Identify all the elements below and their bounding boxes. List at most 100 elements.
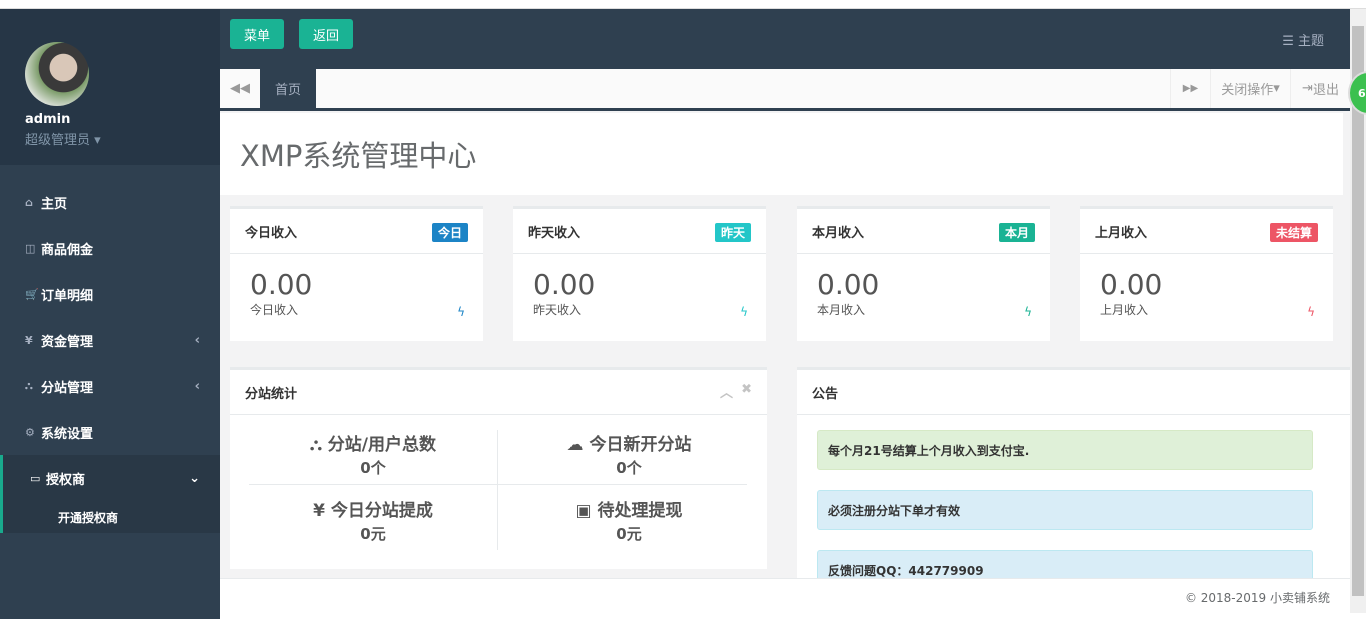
- cart-icon: 🛒: [25, 287, 39, 301]
- notice-panel: 公告 每个月21号结算上个月收入到支付宝. 必须注册分站下单才有效 反馈问题QQ…: [797, 367, 1350, 578]
- bolt-icon: ϟ: [1307, 305, 1315, 319]
- scroll-right-button[interactable]: ▶▶: [1170, 69, 1210, 108]
- card-label: 今日收入: [250, 303, 299, 317]
- income-card-today: 今日收入 今日 0.00 今日收入 ϟ: [230, 206, 483, 341]
- card-badge: 今日: [431, 223, 468, 242]
- yen-icon: ¥: [25, 333, 33, 347]
- close-ops-dropdown[interactable]: 关闭操作 ▾: [1210, 69, 1290, 108]
- sidebar-subitem-open-licensee[interactable]: 开通授权商: [0, 501, 220, 533]
- collapse-icon[interactable]: ︿: [720, 382, 733, 401]
- label: 授权商: [46, 472, 86, 488]
- card-title: 本月收入: [812, 226, 865, 241]
- title-box: XMP系统管理中心: [220, 113, 1343, 195]
- chevron-down-icon: ⌄: [189, 470, 200, 486]
- sign-out-icon: ⇥: [1302, 81, 1313, 96]
- stat-value: 0元: [616, 525, 642, 543]
- sidebar-item-orders[interactable]: 🛒 订单明细: [0, 271, 220, 317]
- stat-label: 分站/用户总数: [327, 435, 437, 455]
- sitemap-icon: ⛬: [25, 379, 33, 392]
- tab-home[interactable]: 首页: [260, 69, 316, 108]
- footer: © 2018-2019 小卖铺系统: [220, 578, 1350, 614]
- card-title: 今日收入: [245, 226, 298, 241]
- sidebar: admin 超级管理员 ▾ ⌂ 主页 ◫ 商品佣金 🛒 订单明细 ¥ 资金管理 ‹ ⛬ 分站…: [0, 9, 220, 619]
- sitemap-icon: ⛬: [309, 435, 328, 455]
- card-label: 上月收入: [1100, 303, 1149, 317]
- card-title: 上月收入: [1095, 226, 1148, 241]
- label: 商品佣金: [41, 242, 94, 258]
- close-ops-label: 关闭操作: [1221, 83, 1274, 98]
- card-value: 0.00: [533, 268, 596, 301]
- income-card-yesterday: 昨天收入 昨天 0.00 昨天收入 ϟ: [513, 206, 766, 341]
- notice-item: 必须注册分站下单才有效: [817, 490, 1313, 530]
- columns-icon: ◫: [25, 241, 36, 255]
- sidebar-item-settings[interactable]: ⚙ 系统设置: [0, 409, 220, 455]
- sidebar-item-funds[interactable]: ¥ 资金管理 ‹: [0, 317, 220, 363]
- avatar: [25, 42, 89, 106]
- sidebar-item-home[interactable]: ⌂ 主页: [0, 179, 220, 225]
- logout-label: 退出: [1312, 83, 1339, 98]
- label: 订单明细: [41, 288, 94, 304]
- gear-icon: ⚙: [25, 425, 35, 439]
- sidebar-item-substations[interactable]: ⛬ 分站管理 ‹: [0, 363, 220, 409]
- role-dropdown[interactable]: 超级管理员 ▾: [25, 129, 220, 148]
- desktop-icon: ▭: [30, 471, 41, 485]
- bolt-icon: ϟ: [457, 305, 465, 319]
- card-value: 0.00: [817, 268, 880, 301]
- card-value: 0.00: [250, 268, 313, 301]
- card-value: 0.00: [1100, 268, 1163, 301]
- card-badge: 昨天: [714, 223, 751, 242]
- cloud-icon: ☁: [566, 435, 590, 455]
- close-icon[interactable]: ✖: [741, 382, 752, 397]
- panel-title: 分站统计: [245, 387, 298, 402]
- logout-button[interactable]: ⇥ 退出: [1290, 69, 1350, 108]
- notice-item: 反馈问题QQ：442779909: [817, 550, 1313, 578]
- chevron-left-icon: ‹: [194, 332, 200, 348]
- sidebar-item-commission[interactable]: ◫ 商品佣金: [0, 225, 220, 271]
- role-label: 超级管理员: [25, 133, 91, 148]
- bolt-icon: ϟ: [740, 305, 748, 319]
- scroll-left-button[interactable]: ◀◀: [220, 69, 260, 108]
- stat-pending-withdraw: ▣ 待处理提现 0元: [505, 496, 753, 544]
- home-icon: ⌂: [25, 195, 33, 209]
- bolt-icon: ϟ: [1024, 305, 1032, 319]
- label: 分站管理: [41, 380, 94, 396]
- stat-label: 待处理提现: [597, 501, 683, 521]
- profile: admin 超级管理员 ▾: [0, 9, 220, 165]
- stat-total: ⛬ 分站/用户总数 0个: [249, 430, 497, 478]
- caret-icon: ▾: [90, 133, 101, 148]
- income-card-last-month: 上月收入 未结算 0.00 上月收入 ϟ: [1080, 206, 1333, 341]
- income-card-month: 本月收入 本月 0.00 本月收入 ϟ: [797, 206, 1050, 341]
- tab-bar: ◀◀ 首页 ▶▶ 关闭操作 ▾ ⇥ 退出: [220, 69, 1350, 111]
- stat-label: 今日新开分站: [589, 435, 692, 455]
- stat-commission-today: ¥ 今日分站提成 0元: [249, 496, 497, 544]
- money-icon: ▣: [575, 501, 598, 521]
- username: admin: [25, 112, 71, 127]
- top-header: 菜单 返回 ☰ 主题: [220, 9, 1350, 69]
- card-label: 昨天收入: [533, 303, 582, 317]
- sidebar-item-licensee[interactable]: ▭ 授权商 ⌄: [0, 455, 220, 501]
- label: 主页: [41, 196, 68, 212]
- stat-label: 今日分站提成: [330, 501, 433, 521]
- page-title: XMP系统管理中心: [240, 139, 477, 173]
- card-label: 本月收入: [817, 303, 866, 317]
- menu-button[interactable]: 菜单: [230, 19, 284, 49]
- theme-button[interactable]: ☰ 主题: [1282, 30, 1324, 49]
- stat-value: 0元: [360, 525, 386, 543]
- back-button[interactable]: 返回: [299, 19, 353, 49]
- stat-value: 0个: [360, 459, 386, 477]
- label: 资金管理: [41, 334, 94, 350]
- card-badge: 本月: [998, 223, 1035, 242]
- stat-new-today: ☁ 今日新开分站 0个: [505, 430, 753, 478]
- card-badge: 未结算: [1269, 223, 1318, 242]
- caret-icon: ▾: [1273, 81, 1280, 96]
- chevron-left-icon: ‹: [194, 378, 200, 394]
- label: 系统设置: [41, 426, 94, 442]
- theme-label: 主题: [1297, 34, 1324, 49]
- notice-item: 每个月21号结算上个月收入到支付宝.: [817, 430, 1313, 470]
- main-content: XMP系统管理中心 今日收入 今日 0.00 今日收入 ϟ 昨天收入 昨天 0.00…: [220, 111, 1350, 578]
- stat-value: 0个: [616, 459, 642, 477]
- panel-title: 公告: [812, 387, 839, 402]
- yen-icon: ¥: [313, 501, 331, 521]
- theme-icon: ☰: [1282, 34, 1298, 49]
- substation-stats-panel: 分站统计 ︿ ✖ ⛬ 分站/用户总数 0个 ☁ 今日新开分站 0个 ¥ 今日分站提成…: [230, 367, 767, 569]
